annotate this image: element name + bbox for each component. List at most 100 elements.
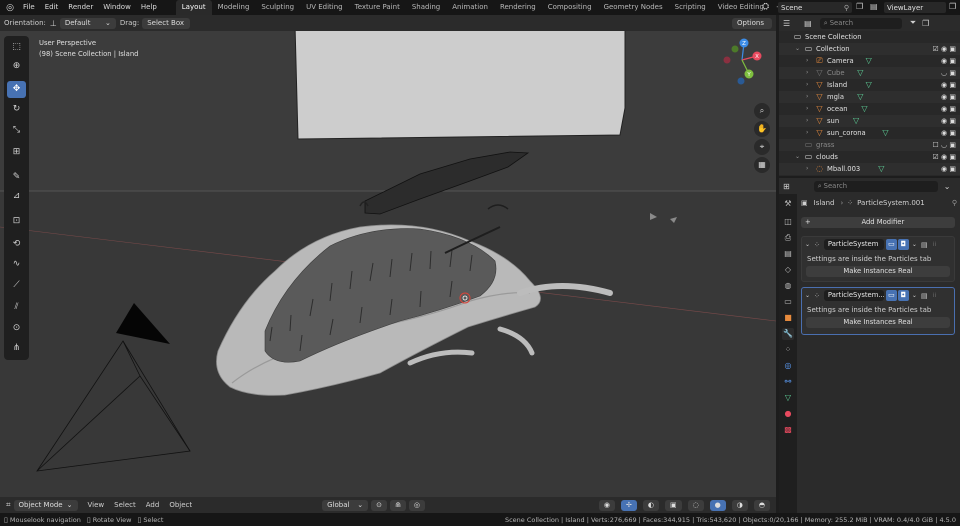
drag-handle-icon[interactable]: ⁞⁞ [933,292,937,299]
eye-icon[interactable]: ◉ [941,129,947,137]
modifier-name-field[interactable]: ParticleSystem... [823,290,884,301]
zoom-icon[interactable]: ⌕ [754,103,770,119]
chevron-down-icon[interactable]: ⌄ [795,151,800,163]
eye-icon[interactable]: ◉ [941,45,947,53]
menu-add[interactable]: Add [146,501,160,509]
pin-icon[interactable]: ⚲ [952,199,957,207]
menu-help[interactable]: Help [136,0,162,15]
checkbox-icon[interactable]: ☑ [933,153,939,161]
editor-type-icon[interactable]: ⌗ [6,500,11,510]
move-icon[interactable]: ✥ [7,81,26,98]
menu-edit[interactable]: Edit [40,0,64,15]
xray-icon[interactable]: ▣ [664,499,682,511]
chevron-down-icon[interactable]: ⌄ [912,292,917,299]
blender-logo-icon[interactable]: ◎ [4,2,16,14]
mesh-data-icon[interactable]: ▽ [864,80,873,89]
visibility-icon[interactable]: ◉ [598,499,615,511]
chevron-right-icon[interactable]: › [806,79,808,91]
outliner-search-input[interactable]: ⌕ Search [819,17,902,29]
modifier-tab-icon[interactable]: 🔧 [782,328,794,340]
outliner-row[interactable]: ⌄ ▭ Collection ☑ ◉ ▣ [779,43,960,55]
shrink-icon[interactable]: ⊙ [7,320,26,337]
camera-render-icon[interactable]: ▣ [949,81,956,89]
eye-icon[interactable]: ◉ [941,165,947,173]
mesh-data-icon[interactable]: ▽ [877,164,886,173]
collapse-icon[interactable]: ⌄ [805,241,810,248]
mode-dropdown[interactable]: Object Mode ⌄ [13,499,78,511]
outliner-row[interactable]: › ◌ Mball.003 ▽ ◉ ▣ [779,163,960,175]
orientation-dropdown[interactable]: Default ⌄ [59,17,116,29]
ortho-grid-icon[interactable]: ▦ [754,157,770,173]
rendered-shading-icon[interactable]: ◓ [753,499,770,511]
copy-view-layer-icon[interactable]: ❐ [949,2,956,11]
scene-selector[interactable]: Scene ⚲ [778,2,852,13]
eye-icon[interactable]: ◉ [941,153,947,161]
object-tab-icon[interactable]: ■ [782,312,794,324]
wireframe-shading-icon[interactable]: ◌ [687,499,704,511]
outliner-row[interactable]: › ▽ sun_corona ▽ ◉ ▣ [779,127,960,139]
view-layer-icon[interactable]: ▤ [870,2,878,11]
eye-icon[interactable]: ◉ [941,57,947,65]
pan-hand-icon[interactable]: ✋ [754,121,770,137]
view-layer-tab-icon[interactable]: ▤ [782,248,794,260]
collection-tab-icon[interactable]: ▭ [782,296,794,308]
menu-file[interactable]: File [18,0,40,15]
show-in-viewport-icon[interactable]: ▭ [885,239,897,250]
solid-shading-icon[interactable]: ● [709,499,726,511]
tab-rendering[interactable]: Rendering [494,0,542,15]
data-tab-icon[interactable]: ▽ [782,392,794,404]
outliner-editor-icon[interactable]: ☰ [783,19,790,28]
gizmo-neg-y[interactable] [731,45,739,53]
filter-icon[interactable]: ⏷ [910,18,916,28]
mesh-data-icon[interactable]: ▽ [881,128,890,137]
constraints-tab-icon[interactable]: ⚯ [782,376,794,388]
navigation-gizmo[interactable]: Z X Y [721,38,765,86]
gizmo-toggle-icon[interactable]: ✢ [620,499,637,511]
output-tab-icon[interactable]: ⎙ [782,232,794,244]
proportional-edit-icon[interactable]: ◎ [408,499,425,511]
modifier-options-icon[interactable]: ▤ [921,241,928,249]
gizmo-neg-x[interactable] [723,56,731,64]
mesh-data-icon[interactable]: ▽ [856,92,865,101]
show-in-render-icon[interactable]: ◘ [897,239,909,250]
chevron-right-icon[interactable]: › [806,103,808,115]
3d-viewport[interactable]: User Perspective (98) Scene Collection |… [0,31,776,497]
chevron-right-icon[interactable]: › [806,55,808,67]
make-instances-real-button[interactable]: Make Instances Real [806,317,950,328]
chevron-down-icon[interactable]: ⌄ [912,241,917,248]
cursor-icon[interactable]: ⊕ [7,58,26,75]
measure-icon[interactable]: ⊿ [7,188,26,205]
smooth-icon[interactable]: ∿ [7,256,26,273]
material-shading-icon[interactable]: ◑ [731,499,748,511]
texture-tab-icon[interactable]: ▩ [782,424,794,436]
tab-scripting[interactable]: Scripting [669,0,712,15]
annotate-icon[interactable]: ✎ [7,169,26,186]
outliner-row[interactable]: › ▽ mgla ▽ ◉ ▣ [779,91,960,103]
show-in-render-icon[interactable]: ◘ [897,290,909,301]
tab-uv-editing[interactable]: UV Editing [300,0,349,15]
scene-icon[interactable]: ⛭ [762,2,769,12]
camera-render-icon[interactable]: ▣ [949,141,956,149]
outliner-row[interactable]: › ▽ ocean ▽ ◉ ▣ [779,103,960,115]
menu-select[interactable]: Select [114,501,136,509]
spin-icon[interactable]: ⟲ [7,236,26,253]
outliner-row[interactable]: › ▽ Island ▽ ◉ ▣ [779,79,960,91]
chevron-right-icon[interactable]: › [806,67,808,79]
tool-tab-icon[interactable]: ⚒ [782,198,794,210]
mesh-data-icon[interactable]: ▽ [852,116,861,125]
menu-view[interactable]: View [88,501,105,509]
chevron-right-icon[interactable]: › [806,163,808,175]
properties-options-icon[interactable]: ⌄ [944,182,951,191]
tab-geometry-nodes[interactable]: Geometry Nodes [598,0,669,15]
world-tab-icon[interactable]: ◍ [782,280,794,292]
mesh-data-icon[interactable]: ▽ [860,104,869,113]
camera-render-icon[interactable]: ▣ [949,69,956,77]
edge-slide-icon[interactable]: ⟋ [7,277,26,294]
outliner-row[interactable]: ⌄ ▭ clouds ☑ ◉ ▣ [779,151,960,163]
show-in-viewport-icon[interactable]: ▭ [885,290,897,301]
transform-icon[interactable]: ⊞ [7,144,26,161]
transform-orientation-dropdown[interactable]: Global ⌄ [322,499,369,511]
collapse-icon[interactable]: ⌄ [805,292,810,299]
tab-animation[interactable]: Animation [446,0,494,15]
camera-render-icon[interactable]: ▣ [949,93,956,101]
